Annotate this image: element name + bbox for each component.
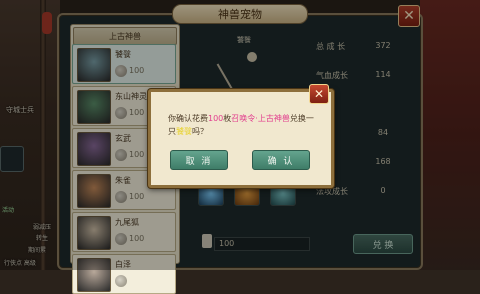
summon-token-icon	[115, 275, 127, 287]
dialog-close-button[interactable]: ✕	[309, 84, 329, 104]
msg-cost: 100	[208, 114, 224, 123]
confirm-message: 你确认花费100枚召唤令·上古神兽兑换一只饕餮吗？	[168, 112, 314, 138]
msg-end: 吗？	[192, 127, 208, 136]
msg-item: 召唤令·上古神兽	[231, 114, 290, 123]
msg-prefix: 你确认花费	[168, 114, 208, 123]
msg-pet: 饕餮	[176, 127, 192, 136]
cancel-button[interactable]: 取 消	[170, 150, 228, 170]
confirm-button[interactable]: 确 认	[252, 150, 310, 170]
confirm-dialog	[148, 89, 334, 188]
